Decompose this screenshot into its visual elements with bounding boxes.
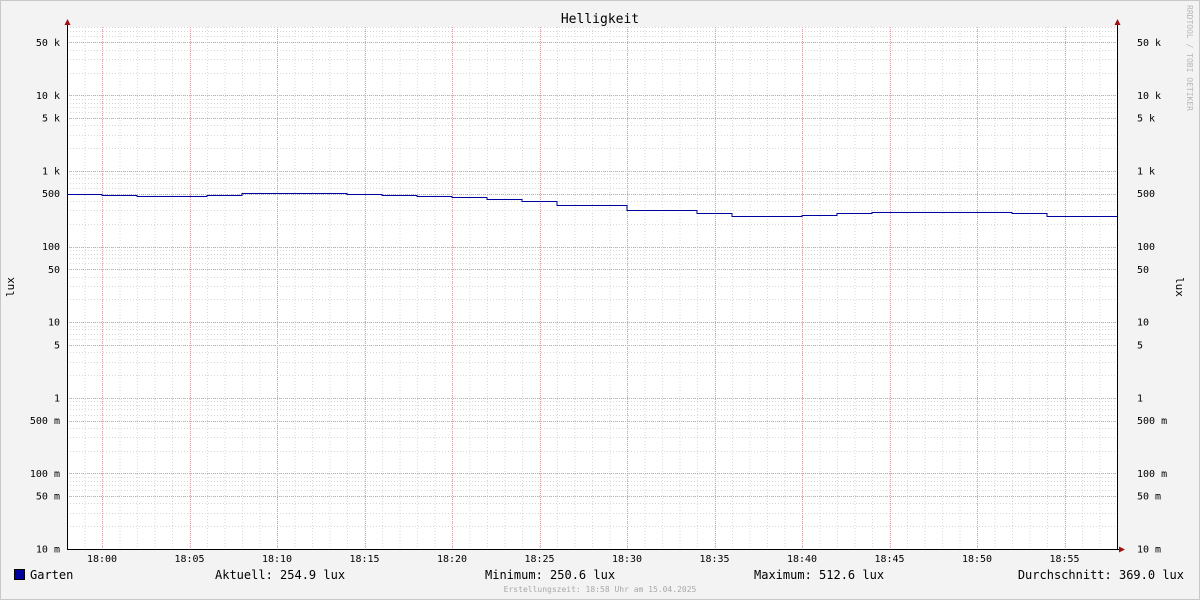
y-tick-label-right: 100 m: [1137, 469, 1167, 480]
y-tick-label-left: 5 k: [42, 114, 60, 125]
y-tick-label-left: 100: [42, 242, 60, 253]
y-tick-label-right: 10: [1137, 318, 1149, 329]
y-tick-label-right: 10 m: [1137, 545, 1161, 556]
legend-current: Aktuell: 254.9 lux: [215, 568, 346, 582]
x-tick-label: 18:45: [874, 554, 904, 565]
x-tick-label: 18:25: [524, 554, 554, 565]
y-tick-label-left: 500: [42, 189, 60, 200]
x-tick-label: 18:35: [699, 554, 729, 565]
y-tick-label-right: 50 m: [1137, 492, 1161, 503]
y-tick-label-left: 500 m: [30, 416, 60, 427]
y-tick-label-left: 10 k: [36, 91, 60, 102]
x-tick-label: 18:55: [1049, 554, 1079, 565]
y-tick-label-right: 50 k: [1137, 38, 1161, 49]
y-tick-label-left: 50 k: [36, 38, 60, 49]
y-tick-label-right: 100: [1137, 242, 1155, 253]
y-tick-label-right: 5: [1137, 340, 1143, 351]
y-tick-label-right: 500 m: [1137, 416, 1167, 427]
y-axis-label-left: lux: [4, 277, 17, 297]
y-tick-label-right: 10 k: [1137, 91, 1161, 102]
minor-grid: [67, 27, 1118, 550]
y-axis-arrow-icon: [64, 19, 71, 25]
x-tick-label: 18:00: [87, 554, 117, 565]
watermark: RRDTOOL / TOBI OETIKER: [1185, 5, 1194, 111]
chart-svg: 18:00 18:05 18:10 18:15 18:20 18:25 18:30 18:35…: [4, 5, 1194, 565]
x-tick-label: 18:40: [787, 554, 817, 565]
x-tick-label: 18:10: [262, 554, 292, 565]
y-axis-arrow-right-icon: [1114, 19, 1121, 25]
x-tick-label: 18:20: [437, 554, 467, 565]
x-tick-label: 18:05: [174, 554, 204, 565]
legend-average: Durchschnitt: 369.0 lux: [1017, 568, 1184, 582]
y-axis-label-right: lux: [1173, 277, 1186, 297]
y-tick-label-left: 50: [48, 265, 60, 276]
x-tick-label: 18:15: [349, 554, 379, 565]
y-tick-label-left: 5: [54, 340, 60, 351]
legend: Garten Aktuell: 254.9 lux Minimum: 250.6…: [14, 568, 1186, 584]
footer-timestamp: Erstellungszeit: 18:58 Uhr am 15.04.2025: [503, 585, 697, 594]
y-tick-label-left: 100 m: [30, 469, 60, 480]
y-tick-label-right: 1: [1137, 393, 1143, 404]
y-tick-label-left: 50 m: [36, 492, 60, 503]
x-tick-label: 18:50: [962, 554, 992, 565]
y-tick-label-right: 500: [1137, 189, 1155, 200]
y-tick-label-left: 1: [54, 393, 60, 404]
chart-title: Helligkeit: [561, 12, 639, 27]
y-tick-label-left: 10 m: [36, 545, 60, 556]
x-tick-label: 18:30: [612, 554, 642, 565]
y-tick-label-left: 10: [48, 318, 60, 329]
y-tick-label-right: 1 k: [1137, 166, 1155, 177]
x-axis-arrow-icon: [1119, 546, 1125, 553]
y-tick-label-left: 1 k: [42, 166, 60, 177]
legend-minimum: Minimum: 250.6 lux: [485, 568, 616, 582]
y-tick-label-right: 5 k: [1137, 114, 1155, 125]
legend-swatch: [14, 569, 25, 580]
legend-maximum: Maximum: 512.6 lux: [754, 568, 885, 582]
legend-series-name: Garten: [30, 568, 74, 582]
y-tick-label-right: 50: [1137, 265, 1149, 276]
